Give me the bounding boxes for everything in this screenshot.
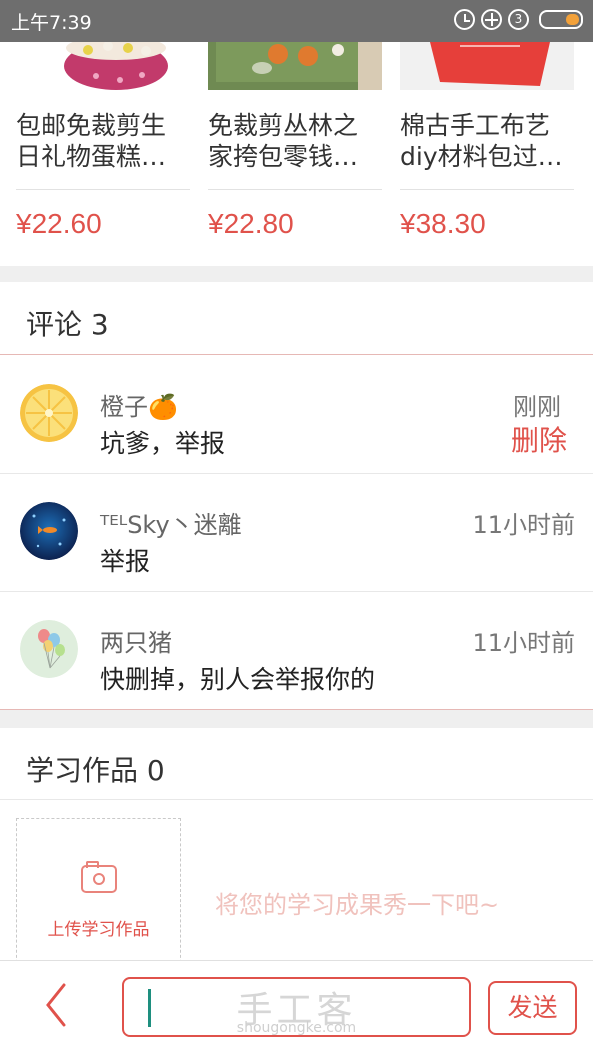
comment-input-bar: 手工客 shougongke.com 发送 bbox=[0, 960, 593, 1054]
orange-slice-avatar[interactable] bbox=[20, 384, 78, 442]
sim-card-icon: 3 bbox=[508, 9, 529, 30]
empty-works-hint: 将您的学习成果秀一下吧~ bbox=[215, 891, 500, 919]
alarm-clock-icon bbox=[454, 9, 475, 30]
battery-level bbox=[566, 14, 579, 25]
product-name: 免裁剪丛林之家挎包零钱… bbox=[208, 111, 359, 171]
status-time: 上午7:39 bbox=[11, 12, 92, 34]
comment-item[interactable]: ᵀᴱᴸSky丶迷離 举报 11小时前 bbox=[0, 474, 593, 592]
upload-work-label: 上传学习作品 bbox=[47, 920, 150, 940]
upload-work-button[interactable]: 上传学习作品 bbox=[16, 818, 181, 968]
section-gap bbox=[0, 266, 593, 282]
camera-icon bbox=[81, 861, 117, 893]
divider bbox=[208, 189, 382, 190]
fish-avatar[interactable] bbox=[20, 502, 78, 560]
send-button[interactable]: 发送 bbox=[488, 981, 577, 1035]
comment-text: 快删掉，别人会举报你的 bbox=[100, 665, 376, 694]
comment-username[interactable]: 橙子🍊 bbox=[100, 387, 178, 422]
product-card[interactable]: 包邮免裁剪生日礼物蛋糕… ¥22.60 bbox=[16, 36, 190, 240]
product-thumbnail bbox=[16, 36, 190, 90]
watermark-url: shougongke.com bbox=[236, 1020, 357, 1036]
divider bbox=[0, 799, 593, 800]
product-thumbnail bbox=[208, 42, 382, 90]
comment-username[interactable]: 两只猪 bbox=[100, 623, 172, 658]
battery-icon bbox=[539, 10, 583, 29]
product-name: 棉古手工布艺diy材料包过… bbox=[400, 111, 563, 171]
comments-title: 评论 3 bbox=[26, 308, 109, 341]
comment-time: 刚刚 bbox=[513, 393, 561, 421]
comment-item[interactable]: 橙子🍊 坑爹，举报 刚刚 删除 bbox=[0, 355, 593, 473]
product-name: 包邮免裁剪生日礼物蛋糕… bbox=[16, 111, 167, 171]
product-price: ¥38.30 bbox=[400, 208, 486, 239]
comment-text: 举报 bbox=[100, 547, 151, 576]
divider bbox=[400, 189, 574, 190]
comment-text: 坑爹，举报 bbox=[100, 429, 226, 458]
works-title: 学习作品 0 bbox=[26, 754, 165, 787]
comment-input[interactable]: 手工客 shougongke.com bbox=[122, 977, 471, 1037]
comment-item[interactable]: 两只猪 快删掉，别人会举报你的 11小时前 bbox=[0, 592, 593, 710]
balloons-avatar[interactable] bbox=[20, 620, 78, 678]
section-gap bbox=[0, 710, 593, 728]
product-price: ¥22.60 bbox=[16, 208, 102, 239]
product-card[interactable]: 免裁剪丛林之家挎包零钱… ¥22.80 bbox=[208, 42, 382, 240]
product-price: ¥22.80 bbox=[208, 208, 294, 239]
back-chevron-icon[interactable] bbox=[42, 983, 70, 1027]
data-sync-icon bbox=[481, 9, 502, 30]
product-card[interactable]: 棉古手工布艺diy材料包过… ¥38.30 bbox=[400, 42, 574, 240]
divider bbox=[16, 189, 190, 190]
product-thumbnail bbox=[400, 42, 574, 90]
delete-comment-button[interactable]: 删除 bbox=[511, 419, 567, 459]
comment-time: 11小时前 bbox=[472, 511, 575, 539]
comment-username[interactable]: ᵀᴱᴸSky丶迷離 bbox=[100, 505, 242, 540]
status-icons: 3 bbox=[454, 9, 583, 30]
related-products: 包邮免裁剪生日礼物蛋糕… ¥22.60 免裁剪丛林之家挎包零钱… ¥22.80 bbox=[0, 36, 593, 266]
status-bar: 上午7:39 3 bbox=[0, 0, 593, 42]
comment-time: 11小时前 bbox=[472, 629, 575, 657]
